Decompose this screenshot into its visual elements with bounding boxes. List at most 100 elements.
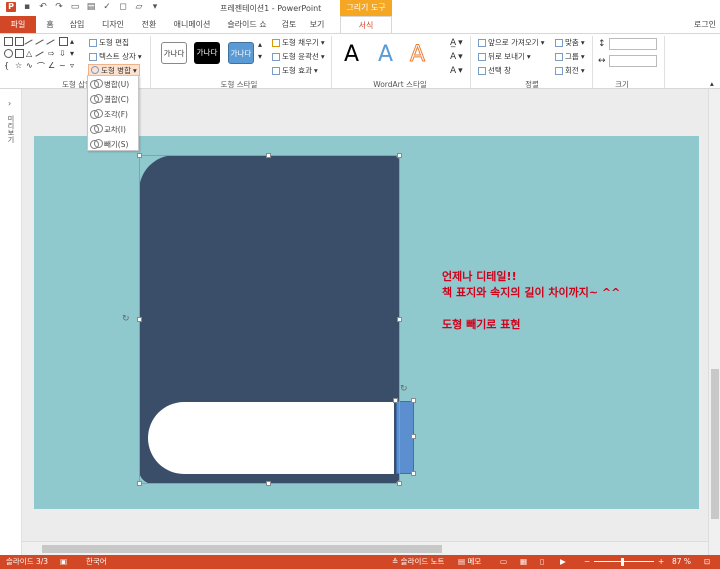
- resize-handle[interactable]: [397, 481, 402, 486]
- tab-slideshow[interactable]: 슬라이드 쇼: [222, 16, 272, 33]
- shape-effects-button[interactable]: 도형 효과 ▾: [272, 65, 318, 76]
- rectangle-shape-icon[interactable]: [59, 37, 68, 46]
- save-icon[interactable]: ▪: [22, 2, 32, 12]
- slide-text-line-2[interactable]: 책 표지와 속지의 길이 차이까지~ ^^: [442, 284, 620, 300]
- scroll-up-icon[interactable]: ▴: [70, 37, 79, 46]
- edit-shape-button[interactable]: 도형 편집: [89, 37, 129, 48]
- resize-handle[interactable]: [266, 153, 271, 158]
- notes-button[interactable]: ≙ 슬라이드 노트: [392, 555, 444, 569]
- more-shapes-icon[interactable]: ▿: [70, 61, 79, 70]
- expand-thumbnails-icon[interactable]: ›: [8, 99, 11, 108]
- text-box-button[interactable]: 텍스트 상자 ▾: [89, 51, 142, 62]
- angle-shape-icon[interactable]: ∠: [48, 61, 57, 70]
- shape-outline-button[interactable]: 도형 윤곽선 ▾: [272, 51, 325, 62]
- rotate-button[interactable]: 회전 ▾: [555, 65, 585, 76]
- rotate-handle-icon[interactable]: ↻: [400, 384, 408, 394]
- spell-check-icon[interactable]: ✓: [102, 2, 112, 12]
- textbox-shape-icon[interactable]: [4, 37, 13, 46]
- slide-sorter-icon[interactable]: ▦: [520, 555, 527, 569]
- spellcheck-status-icon[interactable]: ▣: [60, 555, 67, 569]
- resize-handle[interactable]: [393, 398, 398, 403]
- login-link[interactable]: 로그인: [694, 16, 716, 33]
- resize-handle[interactable]: [137, 153, 142, 158]
- language-indicator[interactable]: 한국어: [86, 555, 107, 569]
- send-backward-button[interactable]: 뒤로 보내기 ▾: [478, 51, 531, 62]
- zoom-in-icon[interactable]: +: [658, 555, 664, 569]
- shape-styles-scroll[interactable]: ▾: [258, 51, 262, 62]
- open-file-icon[interactable]: ▱: [134, 2, 144, 12]
- shape-style-preset-white[interactable]: 가나다: [161, 42, 187, 64]
- tab-format[interactable]: 서식: [340, 16, 392, 33]
- tab-home[interactable]: 홈: [42, 16, 58, 33]
- normal-view-icon[interactable]: ▭: [500, 555, 507, 569]
- menu-item-intersect[interactable]: 교차(I): [90, 124, 126, 135]
- slide-text-line-3[interactable]: 도형 빼기로 표현: [442, 316, 521, 332]
- resize-handle[interactable]: [397, 317, 402, 322]
- resize-handle[interactable]: [411, 434, 416, 439]
- selection-pane-button[interactable]: 선택 창: [478, 65, 511, 76]
- shape-style-preset-blue[interactable]: 가나다: [228, 42, 254, 64]
- slide-text-line-1[interactable]: 언제나 디테일!!: [442, 268, 517, 284]
- wordart-style-black[interactable]: A: [344, 42, 359, 67]
- tab-file[interactable]: 파일: [0, 16, 36, 33]
- horizontal-scrollbar-thumb[interactable]: [42, 545, 442, 553]
- group-button[interactable]: 그룹 ▾: [555, 51, 585, 62]
- text-fill-button[interactable]: A̲ ▾: [450, 37, 463, 48]
- arrow-shape-icon[interactable]: ⇩: [59, 49, 68, 58]
- text-outline-button[interactable]: A ▾: [450, 51, 463, 62]
- shape-width-input[interactable]: [609, 55, 657, 67]
- menu-item-fragment[interactable]: 조각(F): [90, 109, 128, 120]
- undo-icon[interactable]: ↶: [38, 2, 48, 12]
- resize-handle[interactable]: [397, 153, 402, 158]
- book-pages-shape[interactable]: [148, 402, 394, 474]
- curve-shape-icon[interactable]: ∿: [26, 61, 35, 70]
- vertical-scrollbar[interactable]: [708, 89, 720, 555]
- resize-handle[interactable]: [411, 398, 416, 403]
- scroll-down-icon[interactable]: ▾: [70, 49, 79, 58]
- resize-handle[interactable]: [137, 317, 142, 322]
- wordart-style-blue[interactable]: A: [378, 42, 393, 67]
- text-effects-button[interactable]: A ▾: [450, 65, 463, 76]
- rectangle-shape-icon[interactable]: [15, 49, 24, 58]
- wordart-style-orange[interactable]: A: [409, 42, 425, 68]
- zoom-level[interactable]: 87 %: [672, 555, 691, 569]
- tab-view[interactable]: 보기: [306, 16, 328, 33]
- menu-item-union[interactable]: 병합(U): [90, 79, 129, 90]
- collapse-ribbon-icon[interactable]: ▴: [710, 78, 714, 89]
- new-file-icon[interactable]: ◻: [118, 2, 128, 12]
- rotate-handle-icon[interactable]: ↻: [122, 314, 130, 324]
- slideshow-icon[interactable]: ▭: [70, 2, 80, 12]
- tab-transitions[interactable]: 전환: [136, 16, 162, 33]
- zoom-out-icon[interactable]: −: [584, 555, 590, 569]
- reading-view-icon[interactable]: ▯: [540, 555, 544, 569]
- menu-item-subtract[interactable]: 빼기(S): [90, 139, 128, 150]
- shape-gallery[interactable]: ▴ △ ⇨ ⇩ ▾ { ☆ ∿ ⌒ ∠ ~ ▿: [4, 37, 82, 73]
- zoom-slider-knob[interactable]: [621, 558, 625, 566]
- customize-icon[interactable]: ▾: [150, 2, 160, 12]
- tab-animations[interactable]: 애니메이션: [168, 16, 216, 33]
- vertical-scrollbar-thumb[interactable]: [711, 369, 719, 519]
- bring-forward-button[interactable]: 앞으로 가져오기 ▾: [478, 37, 544, 48]
- tab-review[interactable]: 검토: [278, 16, 300, 33]
- line-shape-icon[interactable]: [35, 39, 48, 52]
- brace-shape-icon[interactable]: {: [4, 61, 13, 70]
- resize-handle[interactable]: [266, 481, 271, 486]
- tab-insert[interactable]: 삽입: [64, 16, 90, 33]
- shape-height-input[interactable]: [609, 38, 657, 50]
- shape-styles-scroll[interactable]: ▴: [258, 39, 262, 50]
- shape-style-preset-black[interactable]: 가나다: [194, 42, 220, 64]
- horizontal-scrollbar[interactable]: [22, 541, 708, 555]
- star-shape-icon[interactable]: ☆: [15, 61, 24, 70]
- align-button[interactable]: 맞춤 ▾: [555, 37, 585, 48]
- curve-shape-icon[interactable]: ~: [59, 61, 68, 70]
- comments-button[interactable]: ▤ 메모: [458, 555, 481, 569]
- shape-fill-button[interactable]: 도형 채우기 ▾: [272, 37, 325, 48]
- print-icon[interactable]: ▤: [86, 2, 96, 12]
- menu-item-combine[interactable]: 결합(C): [90, 94, 129, 105]
- fit-to-window-icon[interactable]: ⊡: [704, 555, 710, 569]
- rectangle-shape-icon[interactable]: [15, 37, 24, 46]
- resize-handle[interactable]: [411, 471, 416, 476]
- tab-design[interactable]: 디자인: [96, 16, 130, 33]
- redo-icon[interactable]: ↷: [54, 2, 64, 12]
- slideshow-view-icon[interactable]: ▶: [560, 555, 566, 569]
